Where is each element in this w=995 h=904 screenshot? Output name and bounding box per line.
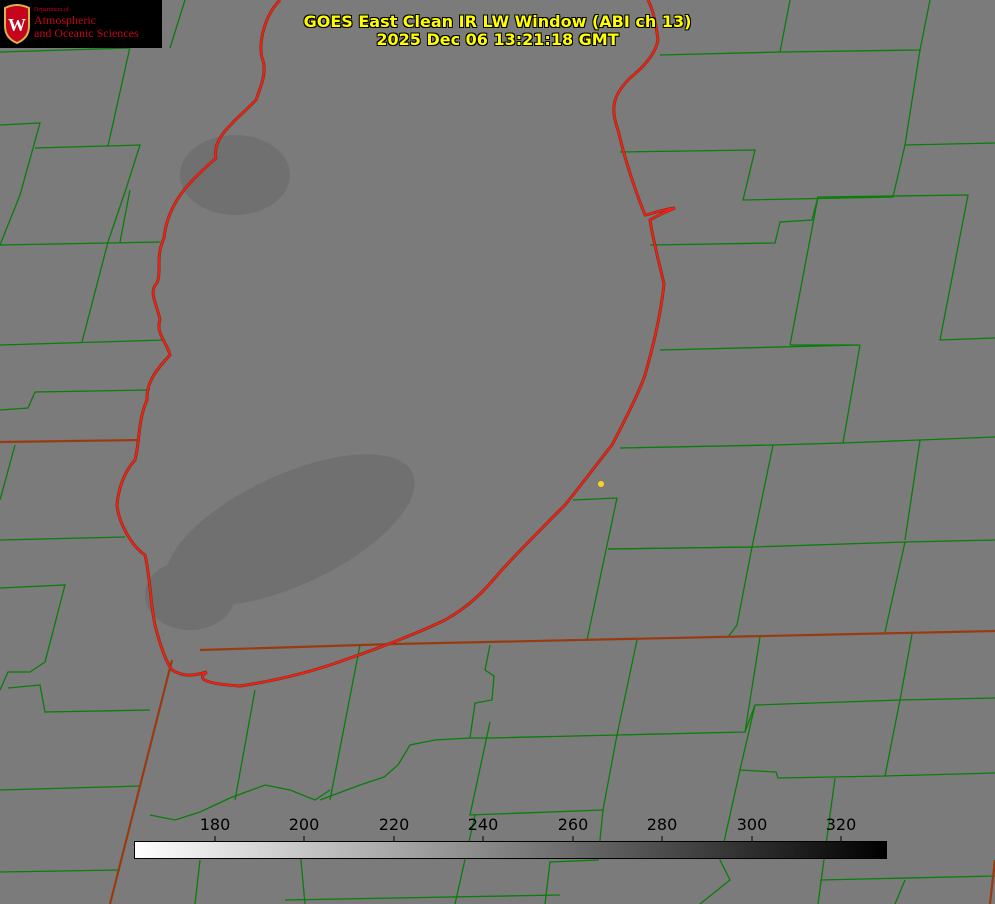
temperature-colorbar: [134, 841, 887, 859]
colorbar-tick-label: 180: [199, 815, 231, 834]
colorbar-tick-label: 220: [378, 815, 410, 834]
image-timestamp: 2025 Dec 06 13:21:18 GMT: [376, 30, 619, 49]
image-title: GOES East Clean IR LW Window (ABI ch 13): [303, 12, 692, 31]
colorbar-tick-label: 300: [736, 815, 768, 834]
colorbar-tick-label: 200: [288, 815, 320, 834]
colorbar-tick-label: 320: [825, 815, 857, 834]
satellite-map: [0, 0, 995, 904]
colorbar-tick-label: 280: [646, 815, 678, 834]
colorbar-tick-label: 260: [557, 815, 589, 834]
location-marker: [598, 481, 604, 487]
colorbar-tick-label: 240: [467, 815, 499, 834]
